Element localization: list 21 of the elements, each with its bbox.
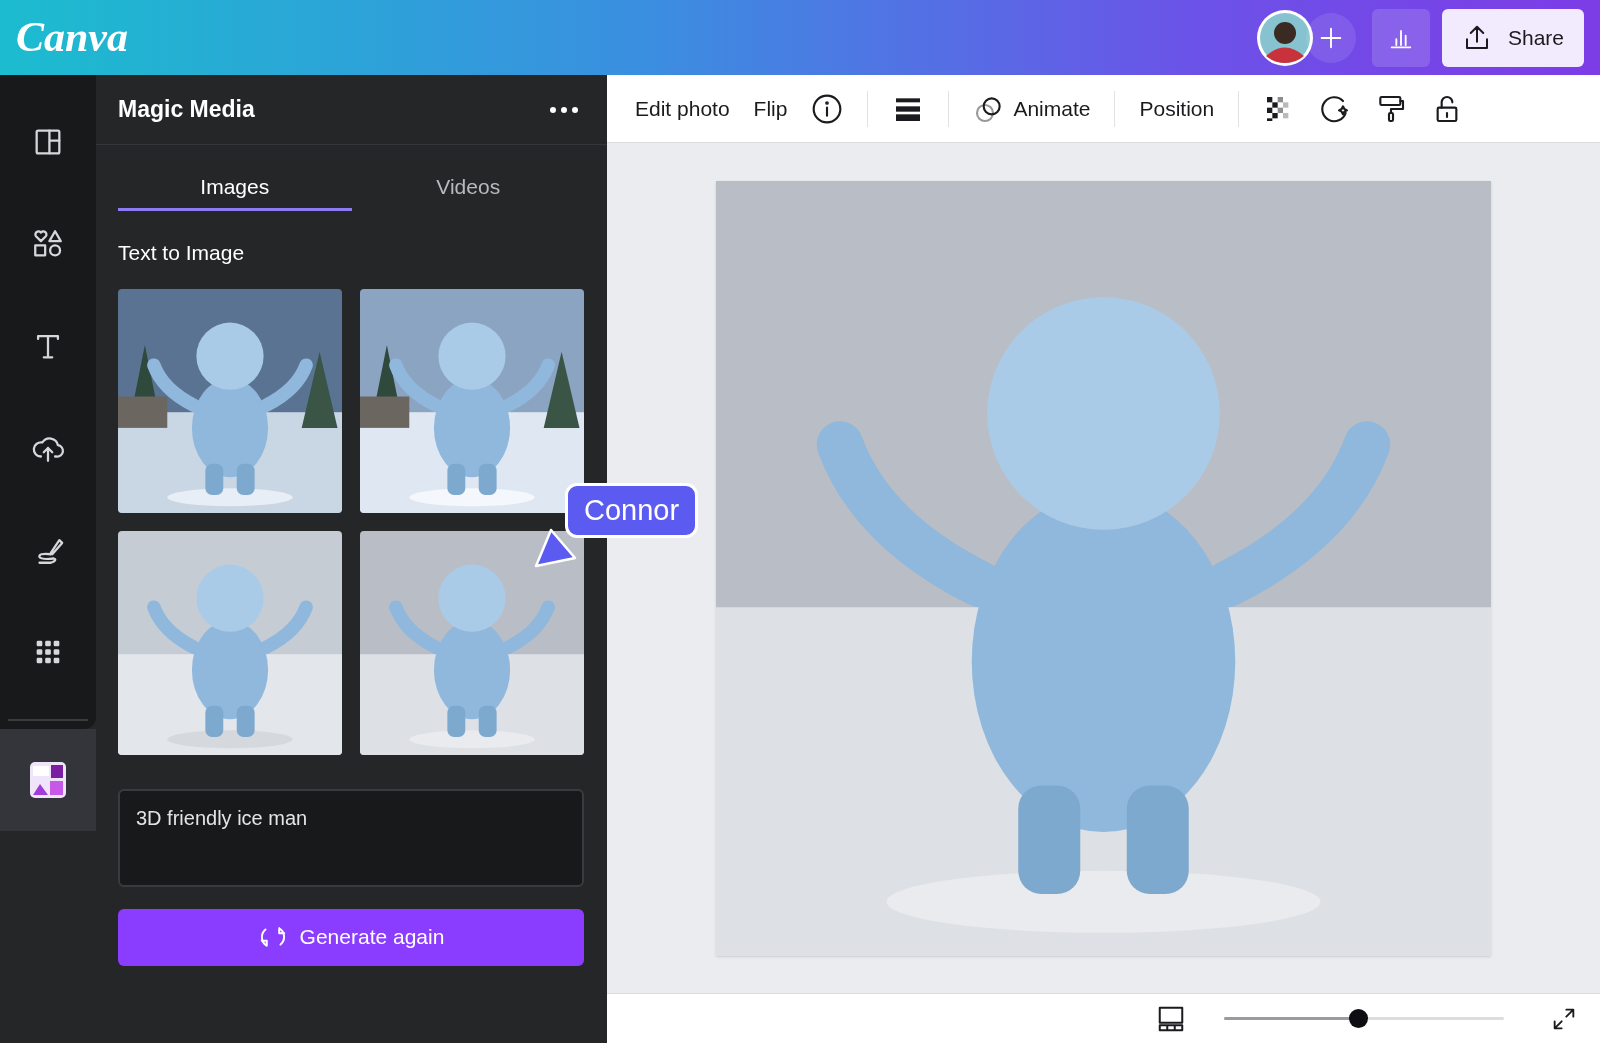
panel-title: Magic Media	[118, 95, 255, 125]
toolbar-button[interactable]: Flip	[747, 86, 794, 131]
avatar[interactable]	[1255, 8, 1314, 67]
more-icon	[549, 105, 579, 114]
cursor-icon	[533, 528, 577, 568]
tab[interactable]: Videos	[351, 165, 585, 211]
info-icon	[811, 92, 844, 125]
animate-button[interactable]: Animate	[967, 86, 1097, 131]
magic-media-icon	[30, 762, 66, 798]
insights-button[interactable]	[1371, 8, 1430, 67]
toolbar-button[interactable]: Edit photo	[629, 86, 736, 131]
collaborator-label: Connor	[565, 483, 699, 538]
share-button[interactable]: Share	[1441, 8, 1584, 67]
add-button[interactable]	[1305, 12, 1356, 63]
toolbar-button[interactable]: Position	[1133, 86, 1221, 131]
prompt-field[interactable]: 3D friendly ice man	[118, 788, 584, 887]
more-button[interactable]	[549, 105, 579, 114]
section-title: Text to Image	[118, 240, 246, 266]
generate-button[interactable]: Generate again	[118, 908, 584, 966]
tab[interactable]: Images	[118, 165, 352, 211]
slider-thumb[interactable]	[1349, 1009, 1369, 1028]
